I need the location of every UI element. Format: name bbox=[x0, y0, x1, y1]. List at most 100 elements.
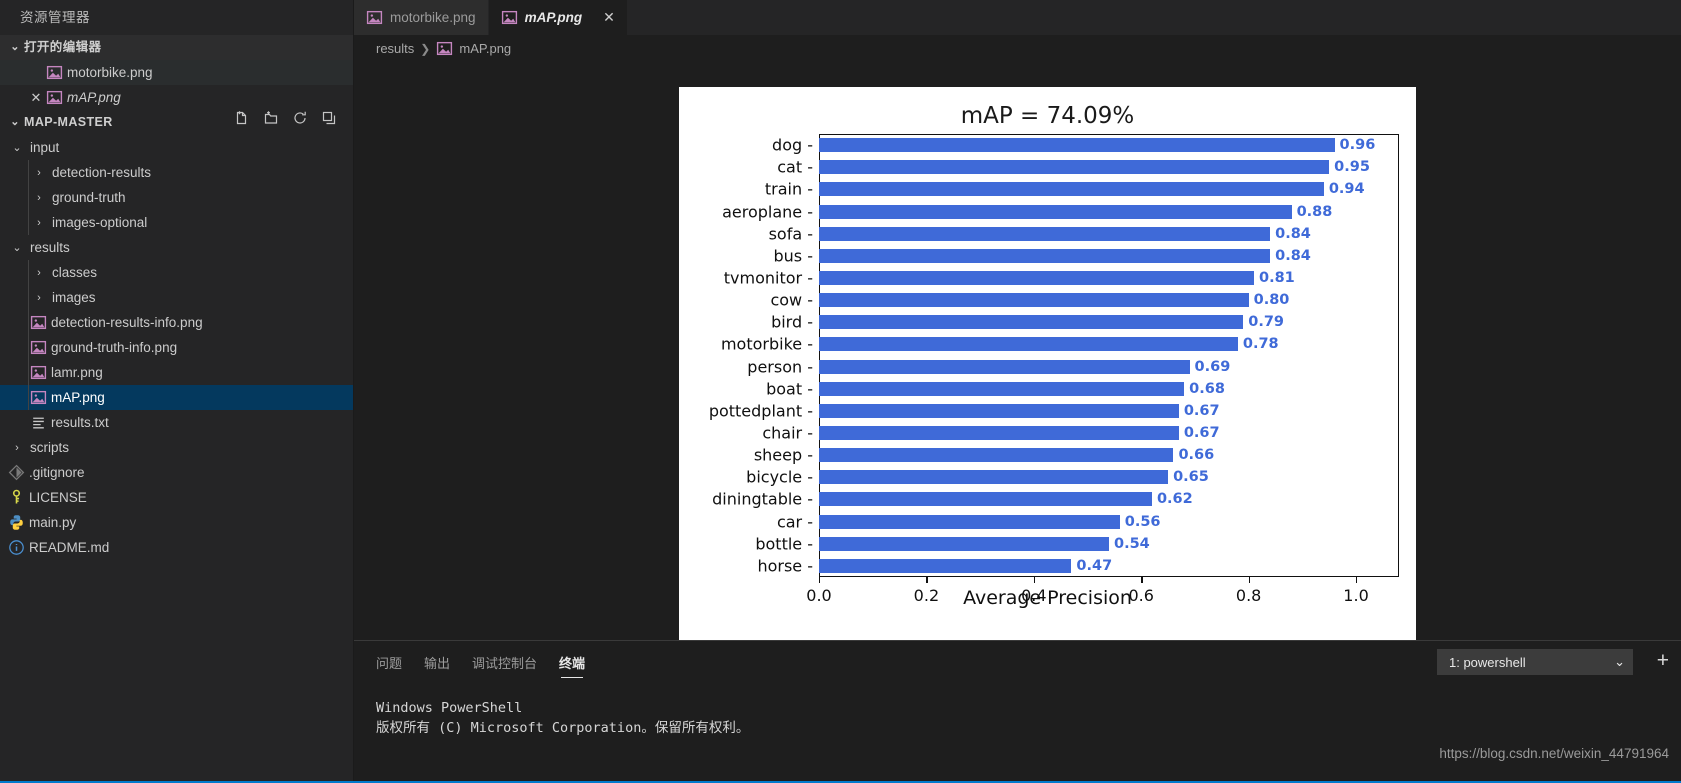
image-file-icon bbox=[501, 9, 518, 26]
tree-item-readme-md[interactable]: README.md bbox=[0, 535, 353, 560]
open-editors-section-header[interactable]: ⌄ 打开的编辑器 bbox=[0, 35, 353, 60]
chart-bar-value: 0.84 bbox=[1275, 247, 1311, 264]
tree-item-label: ground-truth bbox=[52, 190, 126, 205]
tree-item-input[interactable]: ⌄ input bbox=[0, 135, 353, 160]
tree-item-map-png[interactable]: mAP.png bbox=[0, 385, 353, 410]
close-icon[interactable]: ✕ bbox=[603, 9, 615, 26]
key-icon bbox=[8, 489, 25, 506]
image-file-icon bbox=[30, 389, 47, 406]
chart-x-tick bbox=[926, 577, 928, 583]
tree-item-lamr-png[interactable]: lamr.png bbox=[0, 360, 353, 385]
panel-tab-调试控制台[interactable]: 调试控制台 bbox=[472, 653, 537, 678]
chart-x-tick bbox=[819, 577, 821, 583]
vscode-window: 资源管理器 ⌄ 打开的编辑器 motorbike.png ✕ mAP.png ⌄… bbox=[0, 0, 1681, 783]
chart-bar-value: 0.54 bbox=[1114, 535, 1150, 552]
chart-bar-value: 0.67 bbox=[1183, 402, 1220, 419]
panel-tab-问题[interactable]: 问题 bbox=[376, 653, 402, 678]
tree-item-gitignore[interactable]: .gitignore bbox=[0, 460, 353, 485]
chart-bar bbox=[819, 315, 1244, 330]
tree-item-images[interactable]: › images bbox=[0, 285, 353, 310]
tree-item-detection-results-info-png[interactable]: detection-results-info.png bbox=[0, 310, 353, 335]
tree-item-main-py[interactable]: main.py bbox=[0, 510, 353, 535]
tree-item-images-optional[interactable]: › images-optional bbox=[0, 210, 353, 235]
tree-item-results-txt[interactable]: results.txt bbox=[0, 410, 353, 435]
chart-y-axis-labels: dog - cat - train - aeroplane - sofa - bus -t… bbox=[687, 134, 813, 577]
chart-bar bbox=[819, 359, 1190, 374]
tab-map-png[interactable]: mAP.png ✕ bbox=[488, 0, 628, 35]
tree-item-label: scripts bbox=[30, 440, 70, 455]
chart-y-tick-label: aeroplane - bbox=[722, 202, 813, 222]
new-file-icon[interactable] bbox=[234, 110, 250, 135]
tree-item-detection-results[interactable]: › detection-results bbox=[0, 160, 353, 185]
chevron-right-icon[interactable]: › bbox=[8, 442, 26, 454]
chart-bar bbox=[819, 403, 1179, 418]
chart-y-tick-label: bus - bbox=[773, 246, 814, 266]
breadcrumb-folder[interactable]: results bbox=[376, 41, 414, 56]
open-editor-item-map[interactable]: ✕ mAP.png bbox=[0, 85, 353, 110]
chart-bar-row: 0.88 bbox=[819, 203, 1333, 220]
chart-bar bbox=[819, 448, 1174, 463]
refresh-icon[interactable] bbox=[292, 110, 308, 135]
chart-bar bbox=[819, 160, 1330, 175]
chart-x-tick bbox=[1141, 577, 1143, 583]
map-chart-image: mAP = 74.09% dog - cat - train - aeroplane … bbox=[679, 87, 1416, 641]
chart-y-tick-label: horse - bbox=[757, 556, 813, 576]
tab-motorbike-png[interactable]: motorbike.png bbox=[354, 0, 489, 35]
tree-item-ground-truth-info-png[interactable]: ground-truth-info.png bbox=[0, 335, 353, 360]
text-file-icon bbox=[30, 414, 47, 431]
new-terminal-button[interactable]: + bbox=[1657, 650, 1669, 671]
chevron-right-icon[interactable]: › bbox=[30, 267, 48, 279]
tree-item-results[interactable]: ⌄ results bbox=[0, 235, 353, 260]
chart-bar bbox=[819, 381, 1185, 396]
chart-bar-row: 0.66 bbox=[819, 447, 1214, 463]
tree-item-label: images bbox=[52, 290, 96, 305]
tree-item-classes[interactable]: › classes bbox=[0, 260, 353, 285]
terminal-output[interactable]: Windows PowerShell 版权所有 (C) Microsoft Co… bbox=[354, 678, 1681, 739]
chevron-down-icon[interactable]: ⌄ bbox=[8, 241, 26, 254]
chart-title: mAP = 74.09% bbox=[960, 103, 1135, 129]
chevron-down-icon[interactable]: ⌄ bbox=[8, 141, 26, 154]
chart-bar-value: 0.94 bbox=[1328, 181, 1365, 198]
new-folder-icon[interactable] bbox=[263, 110, 279, 135]
chart-bar bbox=[819, 248, 1271, 263]
explorer-sidebar: 资源管理器 ⌄ 打开的编辑器 motorbike.png ✕ mAP.png ⌄… bbox=[0, 0, 354, 783]
chart-bar-value: 0.96 bbox=[1339, 137, 1376, 154]
project-name: MAP-MASTER bbox=[24, 115, 113, 129]
terminal-selector-dropdown[interactable]: 1: powershell ⌄ bbox=[1437, 649, 1633, 675]
chart-bar-value: 0.67 bbox=[1183, 425, 1220, 442]
chevron-right-icon[interactable]: › bbox=[30, 217, 48, 229]
chart-bar-value: 0.88 bbox=[1296, 203, 1333, 220]
chevron-right-icon[interactable]: › bbox=[30, 292, 48, 304]
chart-bar-row: 0.84 bbox=[819, 226, 1311, 242]
collapse-all-icon[interactable] bbox=[321, 110, 337, 135]
chart-y-tick-label: sofa - bbox=[768, 224, 813, 244]
tree-item-ground-truth[interactable]: › ground-truth bbox=[0, 185, 353, 210]
panel-tab-输出[interactable]: 输出 bbox=[424, 653, 450, 678]
chevron-down-icon: ⌄ bbox=[1614, 654, 1625, 669]
chart-y-tick-label: cow - bbox=[770, 290, 813, 310]
chart-y-tick-label: bottle - bbox=[755, 534, 813, 554]
chart-x-axis-title: Average Precision bbox=[963, 587, 1132, 609]
close-icon[interactable]: ✕ bbox=[26, 90, 46, 106]
chart-bar-row: 0.56 bbox=[819, 514, 1161, 530]
tree-item-label: classes bbox=[52, 265, 98, 280]
chart-bar-row: 0.47 bbox=[819, 558, 1112, 574]
chart-bar-value: 0.65 bbox=[1173, 469, 1209, 486]
chart-bar bbox=[819, 204, 1292, 219]
chart-y-tick-label: tvmonitor - bbox=[723, 268, 813, 288]
chart-bar-row: 0.67 bbox=[819, 402, 1220, 419]
indent-guide bbox=[28, 260, 29, 410]
tree-item-scripts[interactable]: › scripts bbox=[0, 435, 353, 460]
tree-item-license[interactable]: LICENSE bbox=[0, 485, 353, 510]
project-section-header[interactable]: ⌄ MAP-MASTER bbox=[0, 110, 353, 135]
chart-bar-value: 0.79 bbox=[1248, 314, 1285, 331]
tab-label: mAP.png bbox=[524, 10, 583, 25]
chevron-right-icon[interactable]: › bbox=[30, 192, 48, 204]
open-editor-item-motorbike[interactable]: motorbike.png bbox=[0, 60, 353, 85]
panel-tab-终端[interactable]: 终端 bbox=[559, 653, 585, 678]
chevron-right-icon[interactable]: › bbox=[30, 167, 48, 179]
chart-y-tick-label: diningtable - bbox=[712, 489, 813, 509]
breadcrumb-file[interactable]: mAP.png bbox=[459, 41, 511, 56]
git-icon bbox=[8, 464, 25, 481]
chart-y-tick-label: cat - bbox=[777, 157, 813, 177]
